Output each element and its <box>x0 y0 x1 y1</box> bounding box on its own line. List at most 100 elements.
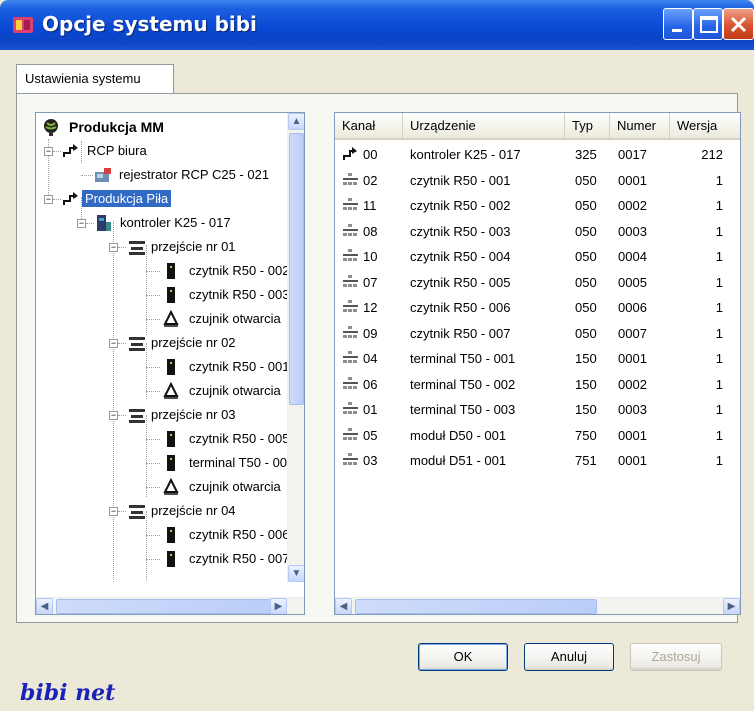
cell-urzadzenie: moduł D51 - 001 <box>410 453 507 468</box>
cell-numer: 0006 <box>618 300 647 315</box>
tab-ustawienia-systemu[interactable]: Ustawienia systemu <box>16 64 174 94</box>
globe-icon <box>44 119 58 136</box>
tree-line <box>146 271 160 272</box>
device-tree[interactable]: Produkcja MM − RCP biura rejestrator RCP… <box>35 112 305 615</box>
tree-node[interactable]: czujnik otwarcia <box>162 307 284 331</box>
scroll-thumb[interactable] <box>56 599 276 614</box>
tree-node[interactable]: RCP biura <box>62 139 150 163</box>
cell-wersja: 1 <box>715 274 723 290</box>
cell-wersja: 1 <box>715 300 723 315</box>
tree-horizontal-scrollbar[interactable]: ◀ ▶ <box>36 597 304 614</box>
column-header-wersja[interactable]: Wersja <box>670 113 740 138</box>
cell-typ: 050 <box>575 325 597 341</box>
cell-wersja: 1 <box>715 453 723 468</box>
table-row[interactable]: 07 czytnik R50 - 005 050 0005 1 <box>335 270 740 295</box>
table-row[interactable]: 12 czytnik R50 - 006 050 0006 1 <box>335 295 740 320</box>
tree-node[interactable]: czytnik R50 - 005 <box>162 427 292 451</box>
tree-node[interactable]: przejście nr 04 <box>128 499 239 523</box>
table-row[interactable]: 10 czytnik R50 - 004 050 0004 1 <box>335 244 740 269</box>
scroll-thumb[interactable] <box>355 599 597 614</box>
tree-expander[interactable]: − <box>109 243 118 252</box>
cell-urzadzenie: terminal T50 - 002 <box>410 376 516 392</box>
table-row[interactable]: 03 moduł D51 - 001 751 0001 1 <box>335 448 740 473</box>
table-row[interactable]: 09 czytnik R50 - 007 050 0007 1 <box>335 321 740 346</box>
cell-numer: 0017 <box>618 147 647 162</box>
cell-urzadzenie: moduł D50 - 001 <box>410 427 507 443</box>
list-horizontal-scrollbar[interactable]: ◀ ▶ <box>335 597 740 614</box>
cell-urzadzenie: czytnik R50 - 005 <box>410 274 511 290</box>
tree-expander[interactable]: − <box>44 195 53 204</box>
tree-expander[interactable]: − <box>109 339 118 348</box>
scroll-right-button[interactable]: ▶ <box>723 598 740 614</box>
passage-icon <box>129 505 145 519</box>
device-grid-icon <box>343 453 358 465</box>
scroll-left-button[interactable]: ◀ <box>36 598 53 614</box>
tree-expander[interactable]: − <box>44 147 53 156</box>
table-row[interactable]: 08 czytnik R50 - 003 050 0003 1 <box>335 219 740 244</box>
reader-icon <box>167 287 175 303</box>
controller-icon <box>97 215 111 231</box>
tree-node-label: czytnik R50 - 006 <box>189 527 290 542</box>
maximize-button[interactable] <box>693 8 723 40</box>
device-grid-icon <box>343 300 358 312</box>
tree-node-label: czytnik R50 - 007 <box>189 551 290 566</box>
table-row[interactable]: 00 kontroler K25 - 017 325 0017 212 <box>335 142 740 167</box>
cell-typ: 150 <box>575 376 597 392</box>
tree-node[interactable]: przejście nr 03 <box>128 403 239 427</box>
column-header-kanal[interactable]: Kanał <box>335 113 403 138</box>
tree-node-selected[interactable]: Produkcja Piła <box>62 187 172 211</box>
tree-node[interactable]: czytnik R50 - 003 <box>162 283 292 307</box>
tree-node[interactable]: czytnik R50 - 001 <box>162 355 292 379</box>
ok-button[interactable]: OK <box>418 643 508 671</box>
tree-line <box>146 559 160 560</box>
column-header-numer[interactable]: Numer <box>610 113 670 138</box>
cell-wersja: 212 <box>701 147 723 162</box>
tree-expander[interactable]: − <box>77 219 86 228</box>
scroll-thumb[interactable] <box>289 133 304 405</box>
table-row[interactable]: 06 terminal T50 - 002 150 0002 1 <box>335 372 740 397</box>
tree-line <box>146 367 160 368</box>
cell-numer: 0005 <box>618 274 647 290</box>
cell-typ: 751 <box>575 453 597 468</box>
column-header-urzadzenie[interactable]: Urządzenie <box>403 113 565 138</box>
tree-node[interactable]: terminal T50 - 001 <box>162 451 297 475</box>
scroll-left-button[interactable]: ◀ <box>335 598 352 614</box>
table-row[interactable]: 01 terminal T50 - 003 150 0003 1 <box>335 397 740 422</box>
tree-node[interactable]: czytnik R50 - 007 <box>162 547 292 571</box>
cell-kanal: 08 <box>363 223 378 239</box>
tree-expander[interactable]: − <box>109 507 118 516</box>
cell-urzadzenie: czytnik R50 - 002 <box>410 198 511 213</box>
cell-kanal: 09 <box>363 325 378 341</box>
tree-node[interactable]: rejestrator RCP C25 - 021 <box>94 163 272 187</box>
tree-node-root[interactable]: Produkcja MM <box>42 115 167 139</box>
tree-node[interactable]: czytnik R50 - 006 <box>162 523 292 547</box>
table-row[interactable]: 02 czytnik R50 - 001 050 0001 1 <box>335 168 740 193</box>
scroll-right-button[interactable]: ▶ <box>270 598 287 614</box>
tree-node[interactable]: kontroler K25 - 017 <box>95 211 234 235</box>
tree-node[interactable]: przejście nr 01 <box>128 235 239 259</box>
column-header-typ[interactable]: Typ <box>565 113 610 138</box>
table-row[interactable]: 11 czytnik R50 - 002 050 0002 1 <box>335 193 740 218</box>
scroll-up-button[interactable]: ▲ <box>288 113 304 130</box>
tree-node[interactable]: przejście nr 02 <box>128 331 239 355</box>
tree-line <box>146 295 160 296</box>
table-row[interactable]: 04 terminal T50 - 001 150 0001 1 <box>335 346 740 371</box>
minimize-button[interactable] <box>663 8 693 40</box>
tree-node[interactable]: czytnik R50 - 002 <box>162 259 292 283</box>
cell-kanal: 01 <box>363 402 378 417</box>
tree-expander[interactable]: − <box>109 411 118 420</box>
scroll-down-button[interactable]: ▼ <box>288 565 304 582</box>
tree-node-label: RCP biura <box>87 143 147 158</box>
cell-urzadzenie: czytnik R50 - 003 <box>410 223 511 239</box>
device-list[interactable]: Kanał Urządzenie Typ Numer Wersja 00 kont… <box>334 112 741 615</box>
cancel-button[interactable]: Anuluj <box>524 643 614 671</box>
table-row[interactable]: 05 moduł D50 - 001 750 0001 1 <box>335 423 740 448</box>
close-button[interactable] <box>723 8 754 40</box>
apply-button[interactable]: Zastosuj <box>630 643 722 671</box>
tree-vertical-scrollbar[interactable]: ▲ ▼ <box>287 113 304 582</box>
tree-node[interactable]: czujnik otwarcia <box>162 379 284 403</box>
tree-node-label: przejście nr 01 <box>151 239 236 254</box>
title-bar[interactable]: Opcje systemu bibi <box>0 0 754 50</box>
tree-node[interactable]: czujnik otwarcia <box>162 475 284 499</box>
device-grid-icon <box>343 376 358 389</box>
